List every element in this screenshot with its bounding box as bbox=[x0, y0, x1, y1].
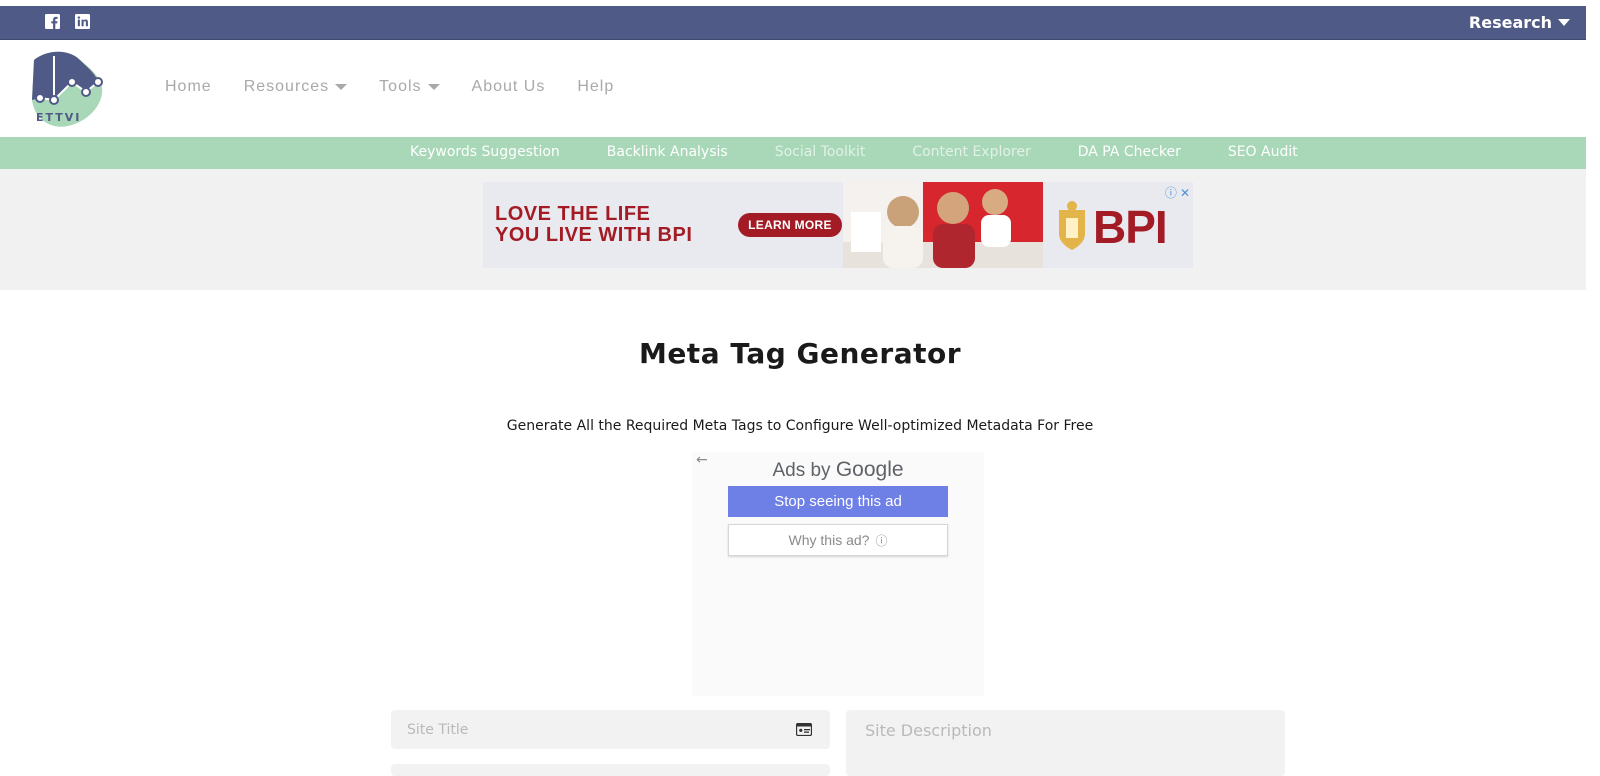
why-this-ad-label: Why this ad? bbox=[788, 532, 870, 548]
subnav-da-pa-checker[interactable]: DA PA Checker bbox=[1078, 144, 1181, 160]
stop-seeing-ad-button[interactable]: Stop seeing this ad bbox=[728, 486, 948, 517]
learn-more-button[interactable]: LEARN MORE bbox=[738, 213, 842, 237]
site-description-field[interactable]: Site Description bbox=[846, 710, 1285, 776]
ads-by-google-label: Ads by Google bbox=[692, 458, 984, 482]
banner-headline-line1: LOVE THE LIFE bbox=[495, 203, 651, 225]
banner-headline: LOVE THE LIFE YOU LIVE WITH BPI bbox=[495, 204, 692, 246]
tools-subnav: Keywords Suggestion Backlink Analysis So… bbox=[0, 137, 1586, 169]
ads-by-text: Ads by bbox=[772, 460, 831, 481]
site-header: ETTVI Home Resources Tools About Us Help bbox=[0, 40, 1586, 137]
chevron-down-icon bbox=[427, 84, 440, 90]
bpi-brand-text: BPI bbox=[1093, 201, 1168, 253]
bpi-banner-ad[interactable]: LOVE THE LIFE YOU LIVE WITH BPI LEARN MO… bbox=[483, 182, 1193, 268]
google-ad-panel: ← Ads by Google Stop seeing this ad Why … bbox=[692, 452, 984, 696]
nav-about-us[interactable]: About Us bbox=[472, 78, 546, 96]
nav-help[interactable]: Help bbox=[577, 78, 614, 96]
nav-tools[interactable]: Tools bbox=[379, 78, 440, 96]
ad-band: LOVE THE LIFE YOU LIVE WITH BPI LEARN MO… bbox=[0, 169, 1586, 290]
why-this-ad-button[interactable]: Why this ad? ⓘ bbox=[728, 524, 948, 556]
chevron-down-icon bbox=[335, 84, 348, 90]
main-nav: Home Resources Tools About Us Help bbox=[165, 78, 614, 96]
info-icon: ⓘ bbox=[875, 533, 888, 548]
chevron-down-icon bbox=[1558, 19, 1570, 26]
id-card-icon bbox=[796, 723, 812, 736]
next-input-field[interactable] bbox=[391, 764, 830, 776]
research-dropdown[interactable]: Research bbox=[1469, 13, 1570, 32]
close-icon[interactable]: ✕ bbox=[1180, 186, 1190, 200]
research-label: Research bbox=[1468, 13, 1552, 32]
facebook-icon[interactable] bbox=[45, 14, 60, 29]
page-title: Meta Tag Generator bbox=[638, 337, 962, 370]
site-title-field[interactable]: Site Title bbox=[391, 710, 830, 749]
page-subtitle: Generate All the Required Meta Tags to C… bbox=[506, 418, 1094, 434]
logo-text: ETTVI bbox=[36, 111, 82, 124]
top-bar: Research bbox=[0, 6, 1586, 40]
nav-home-label: Home bbox=[165, 78, 212, 95]
nav-help-label: Help bbox=[577, 78, 615, 95]
linkedin-icon[interactable] bbox=[75, 14, 90, 29]
adchoices: ⓘ ✕ bbox=[1165, 184, 1190, 201]
site-description-placeholder: Site Description bbox=[865, 721, 992, 740]
subnav-backlink-analysis[interactable]: Backlink Analysis bbox=[607, 144, 728, 160]
family-photo-image bbox=[843, 182, 1043, 268]
site-title-placeholder: Site Title bbox=[407, 722, 469, 738]
subnav-social-toolkit[interactable]: Social Toolkit bbox=[775, 144, 866, 160]
subnav-keywords-suggestion[interactable]: Keywords Suggestion bbox=[410, 144, 560, 160]
subnav-content-explorer[interactable]: Content Explorer bbox=[912, 144, 1030, 160]
adchoices-info-icon[interactable]: ⓘ bbox=[1165, 184, 1177, 201]
google-wordmark: Google bbox=[835, 458, 904, 481]
nav-home[interactable]: Home bbox=[165, 78, 212, 96]
nav-tools-label: Tools bbox=[379, 78, 422, 95]
bpi-crest-logo bbox=[1059, 201, 1085, 250]
subnav-seo-audit[interactable]: SEO Audit bbox=[1228, 144, 1298, 160]
nav-resources[interactable]: Resources bbox=[243, 78, 348, 96]
banner-headline-line2: YOU LIVE WITH BPI bbox=[495, 224, 693, 246]
nav-resources-label: Resources bbox=[243, 78, 330, 95]
nav-about-us-label: About Us bbox=[471, 78, 546, 95]
